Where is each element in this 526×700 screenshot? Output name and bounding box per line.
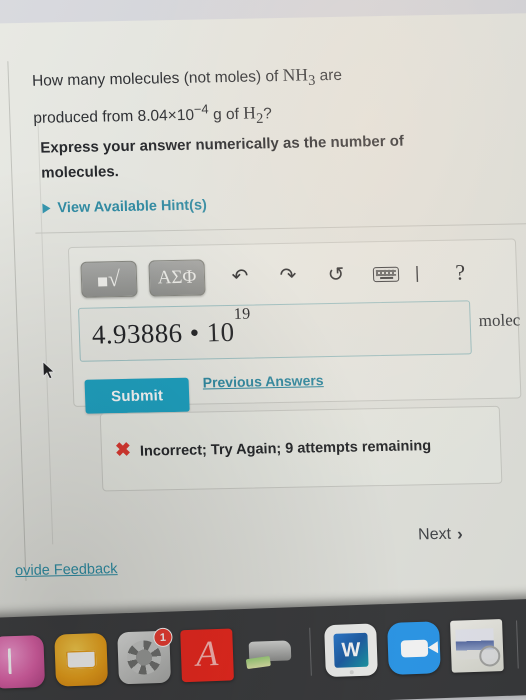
- gear-icon: [126, 639, 162, 676]
- previous-answers-link[interactable]: Previous Answers: [202, 372, 323, 390]
- undo-icon[interactable]: ↶: [227, 266, 254, 288]
- printer-paper: [245, 655, 271, 670]
- answer-input[interactable]: 4.93886 • 1019: [77, 300, 472, 362]
- screen-content: Part D How many molecules (not moles) of…: [0, 0, 526, 634]
- running-indicator-dot: [349, 670, 354, 675]
- view-hints-label: View Available Hint(s): [57, 197, 208, 217]
- placeholder-box-icon: [97, 276, 108, 286]
- provide-feedback-link[interactable]: ovide Feedback: [15, 561, 118, 579]
- question-line-2-prefix: produced from 8.04×10: [33, 106, 195, 127]
- printer-icon[interactable]: [243, 626, 297, 680]
- chevron-right-icon: ›: [456, 524, 464, 544]
- view-hints-link[interactable]: View Available Hint(s): [42, 197, 207, 216]
- magnifier-glyph: [478, 645, 501, 667]
- toolbar-separator: |: [414, 263, 420, 283]
- dock-separator-right: [516, 620, 519, 669]
- redo-icon[interactable]: ↷: [275, 265, 302, 287]
- word-letter: W: [333, 632, 369, 668]
- answer-instruction: Express your answer numerically as the n…: [40, 132, 405, 182]
- help-icon[interactable]: ?: [455, 259, 466, 285]
- submit-button[interactable]: Submit: [84, 377, 190, 414]
- question-line-1-suffix: are: [314, 66, 343, 85]
- video-camera-glyph: [400, 639, 428, 658]
- chemical-formula-nh3: NH3: [282, 64, 316, 89]
- question-line-1: How many molecules (not moles) of NH3 ar…: [31, 56, 462, 99]
- books-icon[interactable]: [54, 632, 109, 687]
- greek-letters-label: ΑΣΦ: [157, 266, 197, 289]
- dock-separator: [309, 627, 312, 676]
- mouse-cursor: [42, 360, 56, 380]
- photo-of-screen: Part D How many molecules (not moles) of…: [0, 0, 526, 700]
- radical-icon: √: [107, 266, 121, 292]
- greek-letters-button[interactable]: ΑΣΦ: [148, 259, 206, 297]
- x-mark-icon: ✖: [114, 439, 132, 462]
- question-line-1-prefix: How many molecules (not moles) of: [31, 67, 284, 90]
- system-preferences-icon[interactable]: 1: [117, 627, 173, 685]
- square-root-button[interactable]: √: [80, 260, 138, 298]
- submit-button-label: Submit: [110, 386, 164, 405]
- adobe-acrobat-icon[interactable]: [180, 628, 234, 683]
- music-icon[interactable]: [0, 635, 46, 689]
- answer-unit-label: molec: [478, 310, 521, 331]
- question-line-2-mid: g of: [208, 105, 244, 124]
- keyboard-icon[interactable]: [372, 266, 400, 282]
- triangle-right-icon: [42, 203, 51, 214]
- feedback-message: Incorrect; Try Again; 9 attempts remaini…: [139, 438, 432, 460]
- question-exponent: −4: [193, 100, 209, 117]
- next-button[interactable]: Next ›: [418, 525, 463, 546]
- zoom-icon[interactable]: [387, 621, 441, 675]
- question-text: How many molecules (not moles) of NH3 ar…: [31, 56, 463, 135]
- next-button-label: Next: [417, 525, 452, 544]
- question-line-2-suffix: ?: [262, 104, 273, 123]
- answer-value: 4.93886 • 1019: [91, 306, 251, 350]
- notification-badge: 1: [153, 627, 173, 648]
- microsoft-word-icon[interactable]: W: [324, 623, 378, 678]
- preview-icon[interactable]: [450, 619, 504, 673]
- chemical-formula-h2: H2: [242, 102, 264, 127]
- answer-mantissa: 4.93886 • 10: [91, 316, 235, 350]
- answer-exponent: 19: [233, 305, 251, 323]
- dock-items: 1 W: [0, 613, 526, 694]
- reset-icon[interactable]: ↺: [323, 264, 350, 286]
- macos-dock: 1 W: [0, 598, 526, 700]
- math-toolbar: √ ΑΣΦ ↶ ↷ ↺ | ?: [80, 248, 502, 304]
